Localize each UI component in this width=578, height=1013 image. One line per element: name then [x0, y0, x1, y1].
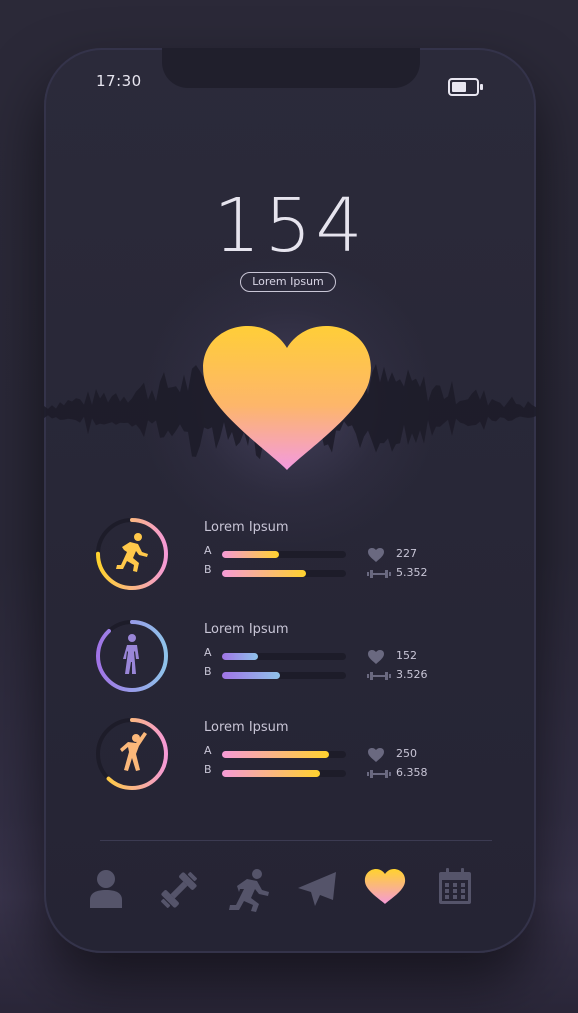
phone-notch	[162, 48, 420, 88]
bar-b-fill	[222, 570, 307, 577]
walking-ring	[96, 620, 168, 692]
heart-rate-value: 154	[213, 183, 367, 269]
activity-title: Lorem Ipsum	[204, 720, 289, 735]
nav-divider	[100, 840, 492, 841]
stretching-ring	[96, 718, 168, 790]
activity-title: Lorem Ipsum	[204, 622, 289, 637]
heart-icon	[203, 326, 371, 470]
dumbbell-small-icon	[367, 570, 391, 578]
heart-small-icon	[368, 650, 384, 664]
heart-nav-icon[interactable]	[364, 868, 406, 906]
dumbbell-small-icon	[367, 770, 391, 778]
bar-a-track	[222, 751, 346, 758]
heart-rate-label[interactable]: Lorem Ipsum	[240, 272, 336, 292]
stretching-icon	[120, 732, 147, 771]
bar-a-fill	[222, 751, 329, 758]
activity-row-stretching[interactable]: Lorem Ipsum A B 250 6.358	[44, 714, 536, 804]
weight-stat-value: 6.358	[396, 766, 428, 779]
running-icon[interactable]	[227, 868, 271, 912]
bar-a-label: A	[204, 646, 212, 659]
running-ring	[96, 518, 168, 590]
weight-stat-value: 3.526	[396, 668, 428, 681]
bar-a-label: A	[204, 744, 212, 757]
bar-b-label: B	[204, 763, 212, 776]
bar-b-track	[222, 770, 346, 777]
battery-icon	[448, 78, 483, 96]
heart-stat-value: 227	[396, 547, 417, 560]
bar-b-label: B	[204, 563, 212, 576]
calendar-icon[interactable]	[439, 868, 471, 904]
weight-stat-value: 5.352	[396, 566, 428, 579]
phone-frame: 17:30 154 Lorem Ipsum Lorem Ipsum A B 22…	[44, 48, 536, 953]
bar-b-track	[222, 570, 346, 577]
bar-a-label: A	[204, 544, 212, 557]
bar-a-fill	[222, 551, 280, 558]
bar-a-track	[222, 653, 346, 660]
heart-small-icon	[368, 548, 384, 562]
dumbbell-icon[interactable]	[157, 868, 201, 912]
heart-stat-value: 152	[396, 649, 417, 662]
activity-row-walking[interactable]: Lorem Ipsum A B 152 3.526	[44, 616, 536, 706]
running-icon	[116, 533, 148, 572]
send-icon[interactable]	[296, 868, 338, 910]
bar-a-fill	[222, 653, 258, 660]
bar-a-track	[222, 551, 346, 558]
activity-title: Lorem Ipsum	[204, 520, 289, 535]
walking-icon	[123, 634, 139, 674]
status-time: 17:30	[96, 72, 142, 90]
bar-b-fill	[222, 770, 320, 777]
activity-row-running[interactable]: Lorem Ipsum A B 227 5.352	[44, 514, 536, 604]
dumbbell-small-icon	[367, 672, 391, 680]
bar-b-fill	[222, 672, 281, 679]
profile-icon[interactable]	[88, 868, 124, 908]
heart-small-icon	[368, 748, 384, 762]
bar-b-label: B	[204, 665, 212, 678]
bar-b-track	[222, 672, 346, 679]
heart-stat-value: 250	[396, 747, 417, 760]
